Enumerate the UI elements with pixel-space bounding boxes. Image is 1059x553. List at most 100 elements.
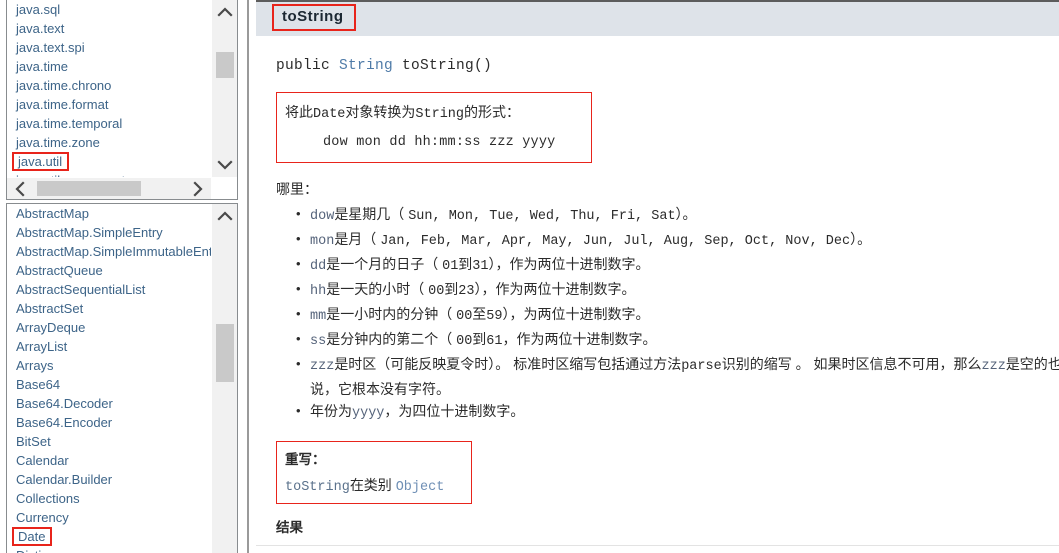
date-format-pattern: dow mon dd hh:mm:ss zzz yyyy — [323, 135, 556, 150]
member-header-bar: toString — [256, 2, 1059, 36]
where-text-3: 是空的 — [1005, 356, 1048, 372]
where-values: 01 — [442, 259, 459, 274]
where-values: Jan, Feb, Mar, Apr, May, Jun, Jul, Aug, … — [380, 234, 851, 249]
class-list-item[interactable]: AbstractSequentialList — [7, 280, 211, 299]
signature-modifier: public — [276, 58, 340, 74]
where-text: 是一天的小时（ — [326, 281, 429, 297]
where-tail: ），作为两位十进制数字。 — [474, 281, 636, 297]
class-list-item[interactable]: Collections — [7, 489, 211, 508]
package-list-item[interactable]: java.time.zone — [7, 133, 211, 152]
class-list-item[interactable]: AbstractSet — [7, 299, 211, 318]
desc-code-string: String — [415, 107, 465, 122]
class-list-item[interactable]: AbstractMap — [7, 204, 211, 223]
where-list-item: dow是星期几（ Sun, Mon, Tue, Wed, Thu, Fri, S… — [296, 203, 1059, 228]
package-list-horizontal-scrollbar[interactable] — [7, 177, 211, 199]
where-values: 00 — [428, 284, 445, 299]
package-list-panel[interactable]: java.sql java.text java.text.spi java.time j… — [6, 0, 238, 200]
where-values: 00 — [456, 309, 473, 324]
where-mid: 到 — [458, 256, 473, 272]
where-text: 是时区（可能反映夏令时）。 标准时区缩写包括通过方法 — [334, 356, 682, 372]
class-list-items[interactable]: AbstractMap AbstractMap.SimpleEntry Abstra… — [7, 204, 211, 553]
class-list-vertical-scrollbar[interactable] — [211, 204, 237, 553]
package-list-item[interactable]: java.time.format — [7, 95, 211, 114]
package-hscroll-thumb[interactable] — [37, 181, 141, 196]
package-list-item[interactable]: java.text.spi — [7, 38, 211, 57]
class-list-item[interactable]: Base64.Encoder — [7, 413, 211, 432]
package-list-item[interactable]: java.text — [7, 19, 211, 38]
class-list-item[interactable]: ArrayDeque — [7, 318, 211, 337]
class-list-panel[interactable]: AbstractMap AbstractMap.SimpleEntry Abstra… — [6, 203, 238, 553]
class-list-item[interactable]: Currency — [7, 508, 211, 527]
where-mid: 到 — [472, 331, 487, 347]
class-list-item[interactable]: Arrays — [7, 356, 211, 375]
package-list-item[interactable]: java.time — [7, 57, 211, 76]
class-list-item[interactable]: Base64.Decoder — [7, 394, 211, 413]
package-list-item[interactable]: java.time.temporal — [7, 114, 211, 133]
where-text: 是月（ — [334, 231, 381, 247]
overrides-label: 重写： — [285, 452, 326, 467]
chevron-down-icon[interactable] — [212, 153, 237, 177]
where-code: dd — [310, 259, 327, 274]
where-values2: 23 — [458, 284, 475, 299]
class-list-item[interactable]: AbstractMap.SimpleEntry — [7, 223, 211, 242]
where-tail: ），为两位十进制数字。 — [502, 306, 650, 322]
class-list-item[interactable]: AbstractQueue — [7, 261, 211, 280]
chevron-up-icon[interactable] — [212, 0, 237, 24]
panel-divider[interactable] — [240, 0, 256, 553]
class-list-item[interactable]: Base64 — [7, 375, 211, 394]
package-list-items[interactable]: java.sql java.text java.text.spi java.time j… — [7, 0, 211, 177]
where-list-item: hh是一天的小时（ 00到23），作为两位十进制数字。 — [296, 278, 1059, 303]
description-highlight-box: 将此Date对象转换为String的形式： dow mon dd hh:mm:s… — [276, 92, 592, 163]
member-title-highlight-box: toString — [272, 4, 356, 31]
where-list-item: ss是分钟内的第二个（ 00到61，作为两位十进制数字。 — [296, 328, 1059, 353]
where-list-item: dd是一个月的日子（ 01到31），作为两位十进制数字。 — [296, 253, 1059, 278]
class-list-item[interactable]: Date — [7, 527, 211, 546]
where-list-item-year: 年份为yyyy，为四位十进制数字。 — [296, 400, 1059, 425]
package-list-item[interactable]: java.time.chrono — [7, 76, 211, 95]
package-scroll-thumb[interactable] — [216, 52, 234, 78]
where-label: 哪里： — [276, 181, 318, 197]
class-scroll-thumb[interactable] — [216, 324, 234, 382]
divider-grip[interactable] — [247, 0, 249, 553]
overrides-class-link[interactable]: Object — [396, 480, 445, 495]
where-tail: ），作为两位十进制数字。 — [488, 256, 650, 272]
overrides-method-link[interactable]: toString — [285, 480, 350, 495]
chevron-up-icon[interactable] — [212, 204, 237, 228]
where-text: 是星期几（ — [334, 206, 409, 222]
where-values: 00 — [456, 334, 473, 349]
package-list-vertical-scrollbar[interactable] — [211, 0, 237, 177]
where-values: Sun, Mon, Tue, Wed, Thu, Fri, Sat — [408, 209, 676, 224]
where-code: mon — [310, 234, 335, 249]
overrides-in-text: 在类别 — [349, 477, 396, 493]
class-list-item[interactable]: Calendar.Builder — [7, 470, 211, 489]
returns-label: 结果 — [276, 520, 303, 535]
chevron-right-icon[interactable] — [185, 178, 211, 199]
desc-prefix: 将此 — [285, 104, 313, 120]
desc-suffix: 的形式： — [464, 104, 521, 120]
where-values2: 61 — [486, 334, 503, 349]
app-root: java.sql java.text java.text.spi java.time j… — [0, 0, 1059, 553]
where-code-parse: parse — [681, 359, 722, 374]
where-code-yyyy: yyyy — [352, 406, 385, 421]
class-list-item-selected[interactable]: Date — [12, 527, 53, 546]
overrides-highlight-box: 重写： toString在类别 Object — [276, 441, 472, 504]
left-navigation-column: java.sql java.text java.text.spi java.time j… — [0, 0, 240, 553]
package-list-item-selected[interactable]: java.util — [12, 152, 70, 171]
where-values2: 59 — [486, 309, 503, 324]
chevron-left-icon[interactable] — [7, 178, 33, 199]
class-list-item[interactable]: AbstractMap.SimpleImmutableEntry — [7, 242, 211, 261]
class-list-item[interactable]: Dictionary — [7, 546, 211, 553]
class-list-item[interactable]: ArrayList — [7, 337, 211, 356]
where-text: 是一小时内的分钟（ — [326, 306, 457, 322]
where-tail: ，作为两位十进制数字。 — [502, 331, 657, 347]
description-line: 将此Date对象转换为String的形式： — [285, 102, 579, 122]
class-list-item[interactable]: BitSet — [7, 432, 211, 451]
package-list-item[interactable]: java.util — [7, 152, 211, 171]
class-list-item[interactable]: Calendar — [7, 451, 211, 470]
where-text: 年份为 — [310, 403, 352, 419]
package-list-item[interactable]: java.sql — [7, 0, 211, 19]
where-tail: ，为四位十进制数字。 — [384, 403, 525, 419]
where-code: ss — [310, 334, 327, 349]
documentation-content-panel: toString public String toString() 将此Date… — [256, 0, 1059, 553]
desc-mid: 对象转换为 — [345, 104, 416, 120]
